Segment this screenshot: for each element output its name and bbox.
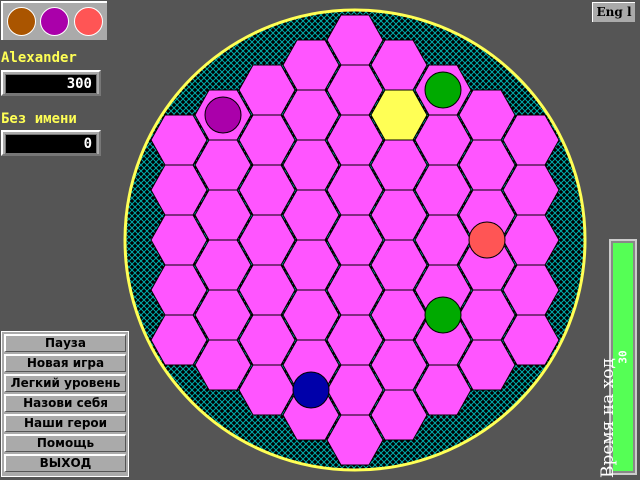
player2-score-value: 0 — [5, 134, 97, 154]
player2-name: Без имени — [1, 111, 77, 127]
game-piece[interactable] — [468, 221, 506, 259]
set-name-button[interactable]: Назови себя — [4, 394, 126, 412]
main-menu: Пауза Новая игра Легкий уровень Назови с… — [1, 331, 129, 477]
pause-button[interactable]: Пауза — [4, 334, 126, 352]
color-swatch[interactable] — [7, 7, 37, 36]
player1-score-value: 300 — [5, 74, 97, 94]
new-game-button[interactable]: Новая игра — [4, 354, 126, 372]
player2-score: 0 — [1, 130, 101, 156]
heroes-button[interactable]: Наши герои — [4, 414, 126, 432]
color-swatch[interactable] — [40, 7, 70, 36]
timer-label: Время на ход — [598, 358, 618, 478]
game-piece[interactable] — [424, 71, 462, 109]
game-piece[interactable] — [424, 296, 462, 334]
exit-button[interactable]: ВЫХОД — [4, 454, 126, 472]
player1-score: 300 — [1, 70, 101, 96]
color-palette — [1, 1, 107, 40]
color-swatch[interactable] — [73, 7, 103, 36]
game-piece[interactable] — [292, 371, 330, 409]
help-button[interactable]: Помощь — [4, 434, 126, 452]
player1-name: Alexander — [1, 50, 77, 66]
language-button[interactable]: Eng l — [592, 2, 635, 22]
easy-level-button[interactable]: Легкий уровень — [4, 374, 126, 392]
game-piece[interactable] — [204, 96, 242, 134]
timer-value: 30 — [616, 350, 630, 364]
